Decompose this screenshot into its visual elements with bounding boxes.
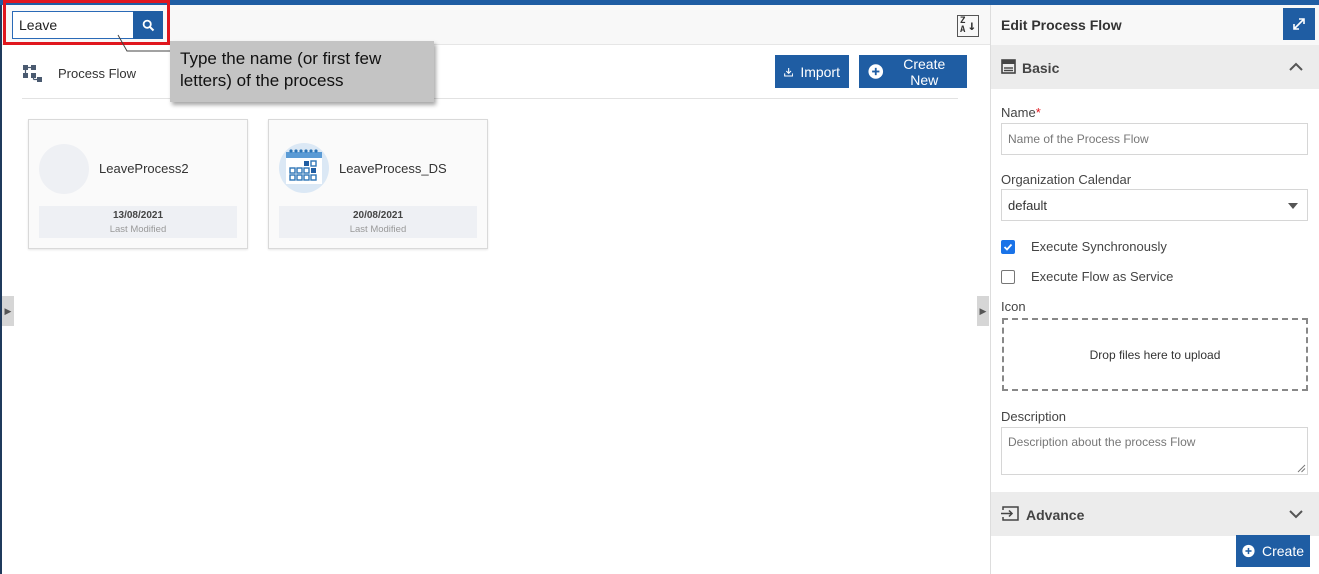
card-footer: 13/08/2021 Last Modified <box>39 206 237 238</box>
icon-dropzone[interactable]: Drop files here to upload <box>1002 318 1308 391</box>
exec-sync-label: Execute Synchronously <box>1031 239 1167 254</box>
card-footer: 20/08/2021 Last Modified <box>279 206 477 238</box>
required-mark: * <box>1035 105 1041 120</box>
search-button[interactable] <box>133 11 163 39</box>
login-icon <box>1001 506 1019 521</box>
create-new-label: Create New <box>903 55 946 88</box>
name-input[interactable] <box>1001 123 1308 155</box>
plus-circle-icon <box>868 64 884 79</box>
calendar-icon <box>279 143 329 193</box>
expand-icon <box>1293 18 1305 30</box>
card-date: 13/08/2021 <box>112 210 164 221</box>
toolbar: ZA ↓ <box>2 5 990 45</box>
description-input[interactable] <box>1001 427 1308 475</box>
calendar-select[interactable]: default <box>1001 189 1308 221</box>
exec-sync-row[interactable]: Execute Synchronously <box>1001 239 1167 254</box>
calendar-label: Organization Calendar <box>1001 172 1132 187</box>
create-button[interactable]: Create <box>1236 535 1310 567</box>
import-button[interactable]: Import <box>775 55 849 88</box>
process-card[interactable]: LeaveProcess2 13/08/2021 Last Modified <box>28 119 248 249</box>
resize-grip-icon[interactable] <box>1297 464 1306 473</box>
search-bar <box>12 11 163 39</box>
search-icon <box>142 19 154 31</box>
create-new-button[interactable]: Create New <box>859 55 967 88</box>
process-flow-icon <box>23 65 42 82</box>
calendar-value: default <box>1008 198 1048 213</box>
section-advance-header[interactable]: Advance <box>991 492 1319 536</box>
description-label: Description <box>1001 409 1067 424</box>
card-name: LeaveProcess_DS <box>339 161 447 176</box>
section-advance-label: Advance <box>1026 507 1085 523</box>
empty-avatar <box>39 144 89 194</box>
exec-service-label: Execute Flow as Service <box>1031 269 1174 284</box>
card-name: LeaveProcess2 <box>99 161 189 176</box>
process-card[interactable]: LeaveProcess_DS 20/08/2021 Last Modified <box>268 119 488 249</box>
main-area: ZA ↓ Process Flow Import <box>2 5 990 574</box>
collapse-right-handle[interactable]: ▶ <box>977 296 989 326</box>
icon-label: Icon <box>1001 299 1026 314</box>
search-input[interactable] <box>12 11 133 39</box>
exec-service-row[interactable]: Execute Flow as Service <box>1001 269 1173 284</box>
chevron-down-icon <box>1289 510 1303 519</box>
edit-process-flow-panel: Edit Process Flow Basic Name* Organizati… <box>990 5 1319 574</box>
card-modified-label: Last Modified <box>109 224 167 235</box>
download-icon <box>784 67 794 77</box>
form-icon <box>1001 59 1016 74</box>
expand-button[interactable] <box>1283 8 1315 40</box>
dropzone-text: Drop files here to upload <box>1089 347 1221 362</box>
caret-down-icon <box>1288 203 1298 209</box>
search-tooltip: Type the name (or first few letters) of … <box>170 41 434 102</box>
check-icon <box>1003 243 1013 251</box>
panel-title: Edit Process Flow <box>1001 17 1122 33</box>
card-date: 20/08/2021 <box>352 210 404 221</box>
page-title: Process Flow <box>58 66 137 81</box>
sort-za-icon[interactable]: ZA ↓ <box>957 15 979 37</box>
exec-service-checkbox[interactable] <box>1001 269 1015 284</box>
exec-sync-checkbox[interactable] <box>1001 239 1015 254</box>
section-basic-label: Basic <box>1022 60 1060 76</box>
name-label: Name* <box>1001 105 1041 120</box>
create-label: Create <box>1261 543 1304 559</box>
section-basic-header[interactable]: Basic <box>991 45 1319 89</box>
card-modified-label: Last Modified <box>349 224 407 235</box>
name-label-text: Name <box>1001 105 1036 120</box>
panel-header: Edit Process Flow <box>991 5 1319 45</box>
import-label: Import <box>800 63 840 80</box>
chevron-up-icon <box>1289 62 1303 71</box>
plus-circle-icon <box>1242 544 1255 558</box>
collapse-left-handle[interactable]: ▶ <box>2 296 14 326</box>
